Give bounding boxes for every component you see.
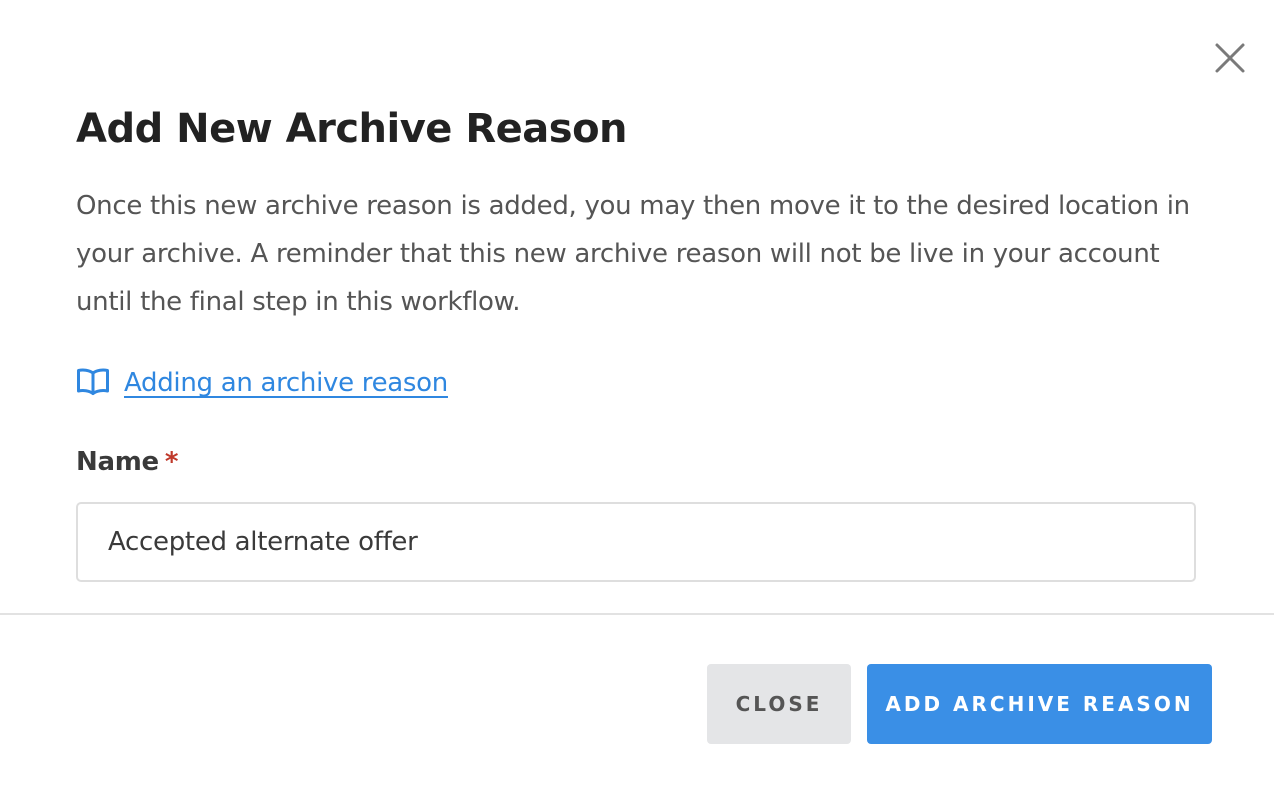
name-label-text: Name — [76, 447, 159, 477]
name-field-label: Name * — [76, 442, 178, 482]
add-archive-reason-modal: Add New Archive Reason Once this new arc… — [0, 0, 1274, 790]
close-button[interactable]: CLOSE — [707, 664, 851, 744]
help-link-label: Adding an archive reason — [124, 368, 448, 398]
modal-title: Add New Archive Reason — [76, 106, 628, 152]
modal-description: Once this new archive reason is added, y… — [76, 191, 1190, 317]
book-open-icon — [76, 366, 110, 400]
footer-divider — [0, 613, 1274, 615]
name-input[interactable] — [76, 502, 1196, 582]
help-link-adding-archive-reason[interactable]: Adding an archive reason — [76, 360, 448, 406]
required-marker: * — [164, 447, 179, 477]
add-archive-reason-button[interactable]: ADD ARCHIVE REASON — [867, 664, 1212, 744]
close-icon[interactable] — [1212, 40, 1248, 76]
